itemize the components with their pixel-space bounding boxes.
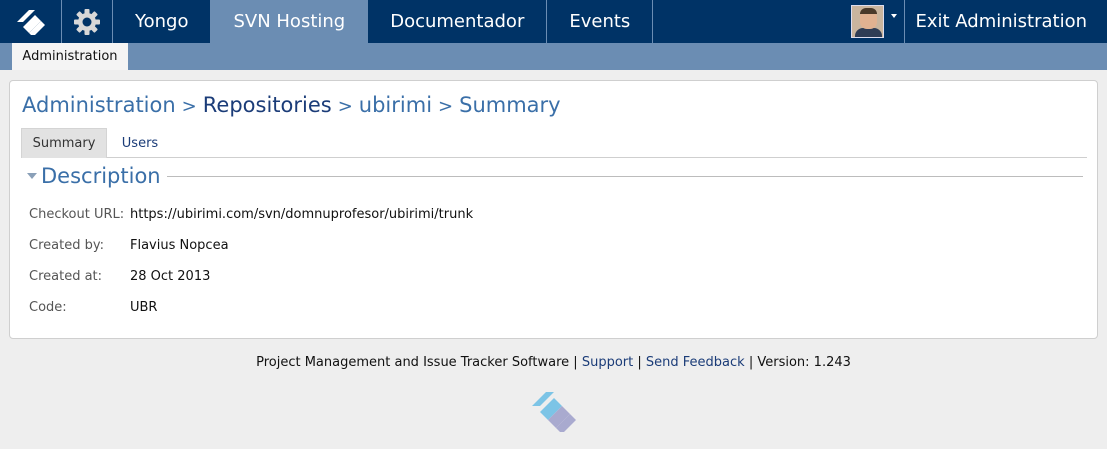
field-checkout-url: Checkout URL: https://ubirimi.com/svn/do…	[29, 204, 473, 224]
main-panel: Administration > Repositories > ubirimi > Summ…	[9, 80, 1098, 339]
tab-administration[interactable]: Administration	[12, 43, 128, 70]
nav-link-svn-hosting[interactable]: SVN Hosting	[211, 0, 369, 43]
collapse-triangle-icon[interactable]	[27, 173, 37, 179]
nav-link-events[interactable]: Events	[547, 0, 654, 43]
top-navigation-bar: Yongo SVN Hosting Documentador Events Ex…	[0, 0, 1107, 43]
field-value: Flavius Nopcea	[130, 237, 229, 253]
avatar[interactable]	[851, 5, 885, 38]
field-created-at: Created at: 28 Oct 2013	[29, 266, 210, 286]
field-value: UBR	[130, 299, 158, 315]
breadcrumb-ubirimi[interactable]: ubirimi	[359, 93, 432, 117]
exit-administration-link[interactable]: Exit Administration	[905, 0, 1107, 43]
field-label: Code:	[29, 299, 67, 315]
section-title: Description	[41, 164, 161, 188]
tab-bar: Summary Users	[21, 128, 1087, 158]
logo-icon[interactable]	[0, 0, 62, 43]
footer: Project Management and Issue Tracker Sof…	[0, 355, 1107, 370]
send-feedback-link[interactable]: Send Feedback	[646, 355, 745, 370]
footer-version: Version: 1.243	[757, 355, 851, 370]
caret-down-icon[interactable]	[891, 14, 898, 18]
tab-users[interactable]: Users	[121, 128, 159, 158]
field-value: 28 Oct 2013	[130, 268, 211, 284]
field-created-by: Created by: Flavius Nopcea	[29, 235, 229, 255]
breadcrumb-repositories[interactable]: Repositories	[203, 93, 332, 117]
user-menu[interactable]	[845, 0, 906, 43]
support-link[interactable]: Support	[582, 355, 633, 370]
breadcrumb-separator: >	[438, 96, 454, 117]
footer-divider: |	[573, 355, 578, 370]
description-section-header[interactable]: Description	[27, 163, 1083, 189]
breadcrumb: Administration > Repositories > ubirimi > Summ…	[22, 93, 561, 117]
gear-icon[interactable]	[62, 0, 113, 43]
footer-product: Project Management and Issue Tracker Sof…	[256, 355, 570, 370]
footer-divider: |	[637, 355, 642, 370]
field-value: https://ubirimi.com/svn/domnuprofesor/ub…	[130, 206, 474, 222]
field-label: Created at:	[29, 268, 103, 284]
section-divider	[166, 175, 1083, 177]
field-code: Code: UBR	[29, 297, 157, 317]
breadcrumb-summary: Summary	[459, 93, 561, 117]
field-label: Checkout URL:	[29, 206, 125, 222]
footer-divider: |	[748, 355, 754, 370]
breadcrumb-administration[interactable]: Administration	[22, 93, 176, 117]
ubirimi-logo-icon	[530, 388, 578, 436]
sub-navigation-bar: Administration	[0, 43, 1107, 70]
breadcrumb-separator: >	[337, 96, 353, 117]
nav-link-yongo[interactable]: Yongo	[113, 0, 212, 43]
nav-link-documentador[interactable]: Documentador	[368, 0, 548, 43]
tab-summary[interactable]: Summary	[21, 128, 107, 158]
breadcrumb-separator: >	[181, 96, 197, 117]
field-label: Created by:	[29, 237, 104, 253]
